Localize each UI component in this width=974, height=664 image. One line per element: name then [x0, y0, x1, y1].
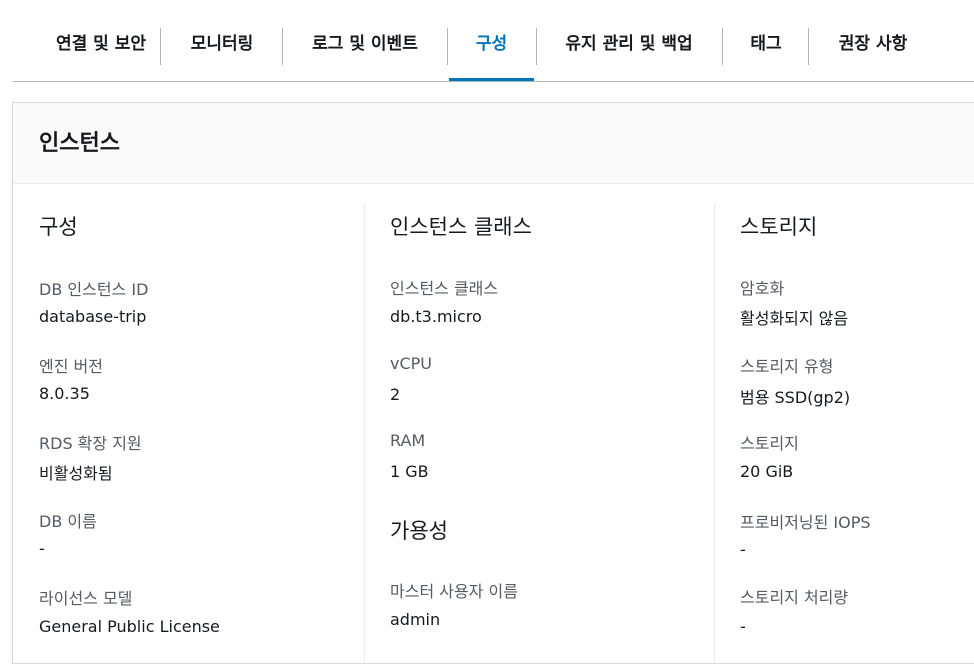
- tab-separator: [447, 28, 448, 65]
- config-section-title: 구성: [39, 215, 78, 239]
- instance-panel: 인스턴스 구성 DB 인스턴스 ID database-trip 엔진 버전 8…: [12, 102, 974, 664]
- field-label: 암호화: [740, 279, 785, 298]
- panel-title: 인스턴스: [39, 131, 120, 156]
- field-label: 마스터 사용자 이름: [390, 582, 518, 601]
- tab-bar: 연결 및 보안 모니터링 로그 및 이벤트 구성 유지 관리 및 백업 태그 권…: [13, 0, 974, 82]
- field-value: admin: [390, 610, 441, 629]
- storage-section-title: 스토리지: [740, 215, 818, 239]
- field-value: 1 GB: [390, 462, 429, 481]
- field-label: vCPU: [390, 354, 432, 373]
- tab-separator: [722, 28, 723, 65]
- tab-separator: [536, 28, 537, 65]
- tab-separator: [808, 28, 809, 65]
- field-value: General Public License: [39, 617, 220, 636]
- field-value: 활성화되지 않음: [740, 309, 849, 328]
- field-value: -: [740, 617, 746, 636]
- tab-monitoring[interactable]: 모니터링: [185, 29, 259, 81]
- instance-class-section-title: 인스턴스 클래스: [390, 215, 532, 239]
- field-label: 스토리지 처리량: [740, 588, 849, 607]
- tab-tags[interactable]: 태그: [747, 29, 785, 81]
- field-label: RDS 확장 지원: [39, 434, 142, 453]
- field-label: 엔진 버전: [39, 357, 103, 376]
- tab-separator: [282, 28, 283, 65]
- field-label: DB 이름: [39, 512, 97, 531]
- tab-connectivity-security[interactable]: 연결 및 보안: [39, 29, 163, 81]
- field-value: 2: [390, 385, 401, 404]
- column-divider: [714, 203, 715, 663]
- panel-header: 인스턴스: [13, 103, 974, 184]
- field-label: 스토리지: [740, 434, 799, 453]
- field-label: DB 인스턴스 ID: [39, 280, 149, 299]
- column-divider: [364, 203, 365, 663]
- field-value: -: [740, 540, 746, 559]
- field-label: 스토리지 유형: [740, 357, 834, 376]
- field-label: RAM: [390, 431, 426, 450]
- field-value: db.t3.micro: [390, 307, 482, 326]
- tab-separator: [160, 28, 161, 65]
- field-value: 20 GiB: [740, 462, 794, 481]
- availability-section-title: 가용성: [390, 519, 448, 543]
- field-value: database-trip: [39, 307, 147, 326]
- field-value: 범용 SSD(gp2): [740, 388, 851, 407]
- field-label: 인스턴스 클래스: [390, 279, 499, 298]
- tab-logs-events[interactable]: 로그 및 이벤트: [307, 29, 423, 81]
- field-value: 8.0.35: [39, 384, 90, 403]
- tab-recommendations[interactable]: 권장 사항: [833, 29, 913, 81]
- field-label: 프로비저닝된 IOPS: [740, 513, 871, 532]
- field-value: -: [39, 539, 45, 558]
- tab-maintenance-backup[interactable]: 유지 관리 및 백업: [559, 29, 699, 81]
- field-label: 라이선스 모델: [39, 589, 133, 608]
- tab-configuration[interactable]: 구성: [449, 29, 534, 81]
- field-value: 비활성화됨: [39, 464, 113, 483]
